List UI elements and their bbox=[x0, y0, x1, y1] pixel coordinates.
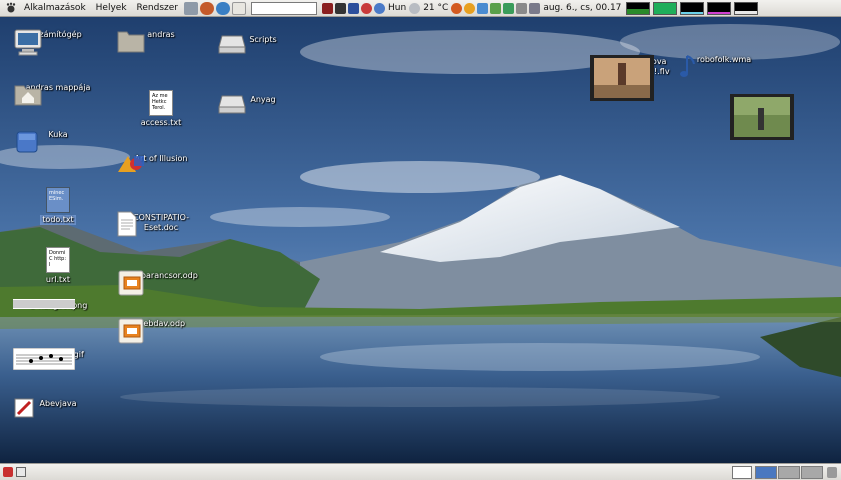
workspace-switcher-icon[interactable] bbox=[732, 466, 752, 479]
sheet-music-image-icon bbox=[13, 348, 75, 370]
document-icon bbox=[117, 211, 137, 237]
keyboard-layout[interactable]: Hun bbox=[388, 3, 406, 13]
computer-icon bbox=[14, 29, 42, 56]
volume-icon[interactable] bbox=[184, 1, 199, 15]
desktop-icon-constipatio[interactable]: CONSTIPATIO-Eset.doc bbox=[116, 211, 206, 237]
abevjava-icon bbox=[14, 398, 34, 418]
document-viewer-icon[interactable] bbox=[232, 1, 247, 15]
desktop-icon-trash[interactable]: Kuka bbox=[13, 128, 103, 153]
menu-system[interactable]: Rendszer bbox=[132, 3, 183, 13]
desktop-icon-abevjava[interactable]: Abevjava bbox=[13, 397, 103, 418]
screen-icon[interactable] bbox=[335, 2, 347, 14]
desktop-icon-robot-video[interactable]: Hitec Robonova Dance Video!!.flv bbox=[590, 55, 680, 101]
menu-applications[interactable]: Alkalmazások bbox=[19, 3, 91, 13]
desktop-icon-label: access.txt bbox=[140, 118, 182, 127]
drive-icon bbox=[218, 35, 246, 54]
menu-places[interactable]: Helyek bbox=[91, 3, 132, 13]
wallpaper bbox=[0, 17, 841, 463]
search-input[interactable] bbox=[251, 1, 318, 15]
weather-cloud-icon bbox=[409, 2, 421, 14]
browser-icon[interactable] bbox=[216, 1, 231, 15]
desktop-icon-scripts[interactable]: Scripts bbox=[218, 33, 308, 54]
presentation-icon bbox=[118, 270, 144, 296]
desktop-icon-win-parancsor[interactable]: win-parancsor.odp bbox=[116, 269, 206, 296]
home-folder-icon bbox=[14, 85, 42, 106]
temperature[interactable]: 21 °C bbox=[423, 3, 448, 13]
gnome-foot-icon[interactable] bbox=[3, 1, 19, 15]
sheet-music-image-icon bbox=[13, 299, 75, 309]
art-of-illusion-icon bbox=[118, 156, 144, 172]
presentation-icon bbox=[118, 318, 144, 344]
sound-icon[interactable] bbox=[529, 2, 541, 14]
text-file-icon: Az me Hetkc Terol. bbox=[149, 90, 173, 116]
swap-monitor[interactable] bbox=[707, 1, 732, 15]
status-icon[interactable] bbox=[361, 2, 373, 14]
music-note-icon bbox=[680, 55, 695, 77]
desktop-icon-label: url.txt bbox=[45, 275, 71, 284]
terminal-icon[interactable] bbox=[322, 2, 334, 14]
desktop-icon-kard[interactable]: Kard.avi bbox=[730, 94, 820, 140]
chat-icon[interactable] bbox=[503, 2, 515, 14]
network-monitor[interactable] bbox=[680, 1, 705, 15]
bottom-panel bbox=[0, 463, 841, 480]
desktop-icon-label: todo.txt bbox=[40, 215, 76, 225]
sun-icon[interactable] bbox=[464, 2, 476, 14]
desktop-icon-webdav[interactable]: webdav.odp bbox=[116, 317, 206, 344]
desktop[interactable]: Számítógép andras mappája Kuka minec ESi… bbox=[0, 17, 841, 463]
desktop-icon-computer[interactable]: Számítógép bbox=[13, 28, 103, 56]
folder-icon bbox=[117, 31, 145, 53]
desktop-icon-todo[interactable]: minec ESim. todo.txt bbox=[13, 187, 103, 225]
desktop-icon-g-hangsor[interactable]: G-hangsor.png bbox=[13, 299, 103, 311]
trash-icon bbox=[16, 131, 38, 153]
drive-icon bbox=[218, 95, 246, 114]
workspace-3[interactable] bbox=[801, 466, 823, 479]
memory-monitor[interactable] bbox=[653, 1, 678, 15]
video-thumbnail-icon bbox=[590, 55, 654, 101]
video-thumbnail-icon bbox=[730, 94, 794, 140]
workspace-2[interactable] bbox=[778, 466, 800, 479]
battery-icon[interactable] bbox=[516, 2, 528, 14]
notes-icon[interactable] bbox=[477, 2, 489, 14]
show-desktop-icon[interactable] bbox=[3, 467, 13, 477]
desktop-icon-dur-kotta[interactable]: Dur_kotta.gif bbox=[13, 348, 103, 370]
desktop-icon-art-of-illusion[interactable]: Art of Illusion bbox=[116, 152, 206, 172]
update-icon[interactable] bbox=[451, 2, 463, 14]
desktop-icon-anyag[interactable]: Anyag bbox=[218, 93, 308, 114]
text-file-icon: Donmi C http: I bbox=[46, 247, 70, 273]
desktop-icon-access[interactable]: Az me Hetkc Terol. access.txt bbox=[116, 90, 206, 128]
trash-applet-icon[interactable] bbox=[827, 467, 837, 478]
cpu-monitor[interactable] bbox=[626, 1, 651, 15]
text-file-icon: minec ESim. bbox=[46, 187, 70, 213]
desktop-icon-robofolk[interactable]: robofolk.wma bbox=[679, 53, 769, 77]
desktop-icon-andras[interactable]: andras bbox=[116, 28, 206, 53]
help-icon[interactable] bbox=[200, 1, 215, 15]
globe-icon[interactable] bbox=[374, 2, 386, 14]
workspace-1[interactable] bbox=[755, 466, 777, 479]
desktop-icon-home[interactable]: andras mappája bbox=[13, 81, 103, 106]
window-list-icon[interactable] bbox=[16, 467, 26, 477]
top-panel: Alkalmazások Helyek Rendszer Hun 21 °C a… bbox=[0, 0, 841, 17]
clipboard-icon[interactable] bbox=[490, 2, 502, 14]
clock[interactable]: aug. 6., cs, 00.17 bbox=[543, 3, 621, 13]
load-monitor[interactable] bbox=[734, 1, 759, 15]
network-icon[interactable] bbox=[348, 2, 360, 14]
desktop-icon-url[interactable]: Donmi C http: I url.txt bbox=[13, 247, 103, 285]
